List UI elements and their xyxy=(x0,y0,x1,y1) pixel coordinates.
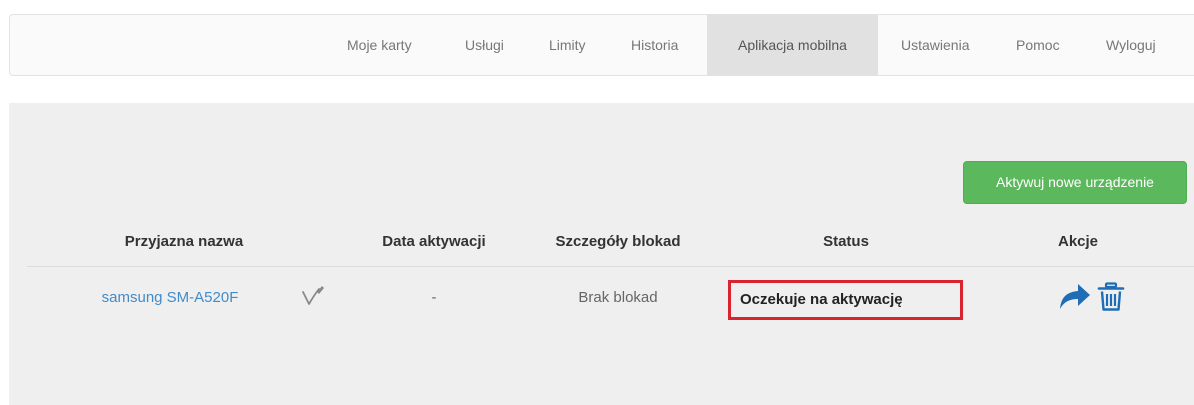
column-header-friendly-name: Przyjazna nazwa xyxy=(124,233,244,250)
edit-signature-icon[interactable] xyxy=(300,283,326,309)
nav-item-pomoc[interactable]: Pomoc xyxy=(1001,15,1075,75)
nav-item-wyloguj[interactable]: Wyloguj xyxy=(1091,15,1171,75)
lock-details-value: Brak blokad xyxy=(578,289,658,306)
activate-new-device-button[interactable]: Aktywuj nowe urządzenie xyxy=(963,161,1187,204)
nav-item-moje-karty[interactable]: Moje karty xyxy=(332,15,427,75)
share-arrow-icon[interactable] xyxy=(1059,282,1091,310)
column-header-activation-date: Data aktywacji xyxy=(382,233,486,250)
nav-item-limity[interactable]: Limity xyxy=(534,15,601,75)
activation-date-value: - xyxy=(431,289,437,306)
status-badge: Oczekuje na aktywację xyxy=(728,280,963,320)
column-header-status: Status xyxy=(823,233,869,250)
trash-icon[interactable] xyxy=(1097,282,1125,312)
nav-item-uslugi[interactable]: Usługi xyxy=(450,15,519,75)
nav-item-ustawienia[interactable]: Ustawienia xyxy=(886,15,984,75)
device-name-link[interactable]: samsung SM-A520F xyxy=(102,289,239,306)
table-header-divider xyxy=(27,266,1194,267)
devices-panel: Aktywuj nowe urządzenie Przyjazna nazwa … xyxy=(9,103,1194,405)
column-header-lock-details: Szczegóły blokad xyxy=(555,233,681,250)
column-header-actions: Akcje xyxy=(1057,233,1099,250)
nav-item-historia[interactable]: Historia xyxy=(616,15,693,75)
top-navbar: Moje karty Usługi Limity Historia Aplika… xyxy=(9,14,1194,76)
nav-item-aplikacja-mobilna[interactable]: Aplikacja mobilna xyxy=(707,15,878,75)
